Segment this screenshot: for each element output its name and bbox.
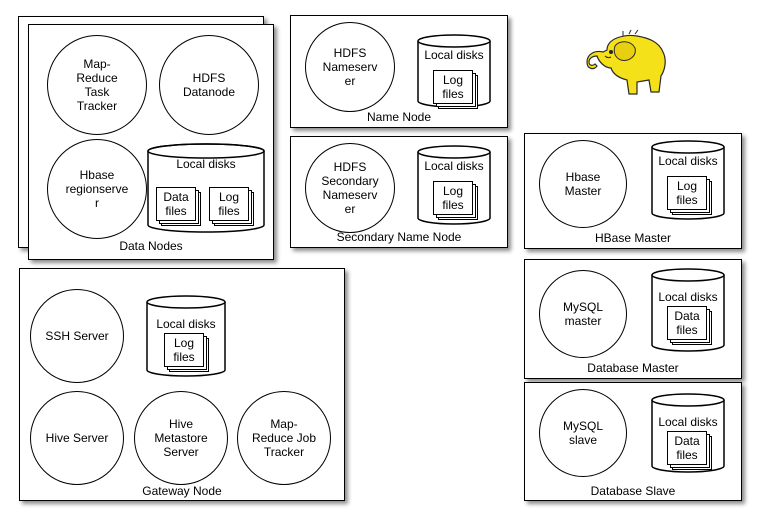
- database-master-label: Database Master: [587, 361, 679, 375]
- log-files: Log files: [164, 333, 204, 367]
- mysql-slave-circle: MySQL slave: [539, 389, 627, 477]
- data-nodes-box: Map- Reduce Task Tracker HDFS Datanode H…: [28, 24, 274, 260]
- data-files-label: Data files: [163, 190, 189, 218]
- disks-label: Local disks: [658, 154, 718, 168]
- disks-label: Local disks: [424, 48, 484, 62]
- gateway-node-label: Gateway Node: [142, 484, 222, 498]
- data-files-label: Data files: [674, 434, 700, 462]
- secondary-nameserver-label: HDFS Secondary Nameserv er: [321, 160, 379, 216]
- data-files: Data files: [667, 431, 707, 465]
- hive-metastore-circle: Hive Metastore Server: [134, 391, 228, 485]
- gateway-disks: Local disks Log files: [146, 295, 226, 377]
- name-node-label: Name Node: [366, 110, 432, 124]
- log-files: Log files: [667, 176, 707, 210]
- jobtracker-label: Map- Reduce Job Tracker: [251, 417, 317, 459]
- regionserver-circle: Hbase regionserve r: [47, 139, 147, 239]
- tasktracker-label: Map- Reduce Task Tracker: [76, 57, 118, 113]
- regionserver-label: Hbase regionserve r: [65, 168, 129, 210]
- jobtracker-circle: Map- Reduce Job Tracker: [237, 391, 331, 485]
- data-files: Data files: [156, 187, 196, 221]
- name-node-disks: Local disks Log files: [417, 34, 491, 108]
- ssh-server-circle: SSH Server: [30, 289, 124, 383]
- gateway-node-box: SSH Server Local disks Log files Hive Se…: [19, 268, 345, 501]
- disks-label: Local disks: [424, 159, 484, 173]
- database-slave-disks: Local disks Data files: [651, 393, 725, 473]
- hbase-master-node-label: HBase Master: [594, 231, 672, 245]
- secondary-name-node-box: HDFS Secondary Nameserv er Local disks L…: [290, 136, 508, 248]
- data-files-label: Data files: [674, 309, 700, 337]
- disks-label: Local disks: [156, 317, 216, 331]
- hive-metastore-label: Hive Metastore Server: [154, 417, 208, 459]
- log-files-label: Log files: [218, 190, 240, 218]
- log-files-label: Log files: [442, 73, 464, 101]
- datanode-label: HDFS Datanode: [182, 71, 236, 99]
- hive-server-circle: Hive Server: [30, 391, 124, 485]
- log-files: Log files: [209, 187, 249, 221]
- log-files-label: Log files: [676, 179, 698, 207]
- mysql-master-label: MySQL master: [562, 300, 603, 328]
- log-files-label: Log files: [442, 184, 464, 212]
- disks-label: Local disks: [176, 157, 236, 171]
- hbase-master-box: Hbase Master Local disks Log files HBase…: [524, 133, 742, 249]
- mysql-master-circle: MySQL master: [539, 270, 627, 358]
- database-master-box: MySQL master Local disks Data files Data…: [524, 259, 742, 379]
- hbase-master-circle: Hbase Master: [539, 140, 627, 228]
- data-nodes-disks: Local disks Data files Log files: [147, 143, 265, 233]
- tasktracker-circle: Map- Reduce Task Tracker: [47, 35, 147, 135]
- secondary-name-node-label: Secondary Name Node: [336, 230, 462, 244]
- hive-server-label: Hive Server: [45, 431, 109, 445]
- ssh-server-label: SSH Server: [45, 329, 109, 343]
- disks-label: Local disks: [658, 415, 718, 429]
- log-files: Log files: [433, 181, 473, 215]
- data-nodes-label: Data Nodes: [119, 239, 183, 253]
- database-slave-box: MySQL slave Local disks Data files Datab…: [524, 382, 742, 501]
- hadoop-elephant-icon: [586, 29, 666, 95]
- hbase-master-disks: Local disks Log files: [651, 140, 725, 220]
- data-files: Data files: [667, 306, 707, 340]
- secondary-nameserver-circle: HDFS Secondary Nameserv er: [305, 143, 395, 233]
- secondary-name-node-disks: Local disks Log files: [417, 145, 491, 225]
- disks-label: Local disks: [658, 290, 718, 304]
- log-files-label: Log files: [173, 336, 195, 364]
- nameserver-circle: HDFS Nameserv er: [305, 22, 395, 112]
- datanode-circle: HDFS Datanode: [159, 35, 259, 135]
- nameserver-label: HDFS Nameserv er: [322, 46, 378, 88]
- log-files: Log files: [433, 70, 473, 104]
- name-node-box: HDFS Nameserv er Local disks Log files N…: [290, 15, 508, 128]
- hbase-master-label: Hbase Master: [564, 170, 602, 198]
- database-master-disks: Local disks Data files: [651, 268, 725, 352]
- database-slave-label: Database Slave: [590, 484, 676, 498]
- mysql-slave-label: MySQL slave: [562, 419, 603, 447]
